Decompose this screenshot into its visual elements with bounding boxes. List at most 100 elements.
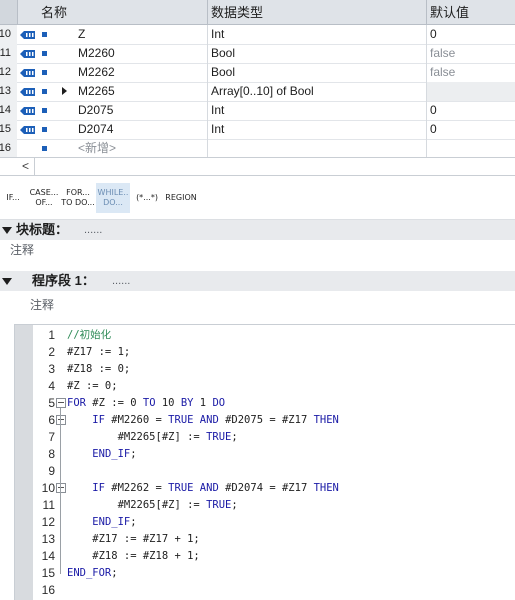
code-line[interactable]: 1 //初始化: [15, 327, 515, 344]
code-line[interactable]: 8 END_IF;: [15, 446, 515, 463]
code-text[interactable]: #Z18 := 0;: [67, 361, 130, 378]
while-do-button[interactable]: WHILE.. DO...: [96, 183, 130, 213]
code-line[interactable]: 11 #M2265[#Z] := TRUE;: [15, 497, 515, 514]
table-row[interactable]: 10 Z Int 0: [0, 25, 515, 45]
table-row[interactable]: 12 M2262 Bool false: [0, 63, 515, 83]
table-row[interactable]: 11 M2260 Bool false: [0, 44, 515, 64]
comment-block-button[interactable]: (*...*): [132, 183, 162, 213]
scroll-left-button[interactable]: <: [17, 158, 35, 175]
toolbar-button-label: FOR... TO DO...: [61, 188, 95, 207]
table-row[interactable]: 14 D2075 Int 0: [0, 101, 515, 121]
code-text[interactable]: #Z18 := #Z18 + 1;: [67, 548, 199, 565]
interface-icon: [19, 29, 36, 39]
code-line[interactable]: 5 FOR #Z := 0 TO 10 BY 1 DO: [15, 395, 515, 412]
scl-code-editor[interactable]: 1 //初始化 2 #Z17 := 1; 3 #Z18 := 0; 4 #Z := 0; 5 FO…: [14, 324, 515, 600]
variable-default-value[interactable]: false: [430, 44, 455, 63]
block-title-label: 块标题：: [16, 222, 69, 237]
code-text[interactable]: IF #M2262 = TRUE AND #D2074 = #Z17 THEN: [67, 480, 339, 497]
cell-divider: [207, 63, 208, 82]
line-number: 6: [48, 413, 55, 427]
collapse-triangle-icon[interactable]: [2, 278, 12, 285]
block-title-bar[interactable]: 块标题： ......: [0, 220, 515, 240]
network-title-bar[interactable]: 程序段 1： ......: [0, 271, 515, 291]
variable-name[interactable]: D2075: [78, 101, 113, 120]
header-default-value[interactable]: 默认值: [430, 0, 469, 24]
cell-divider: [426, 120, 427, 139]
variable-data-type[interactable]: Array[0..10] of Bool: [211, 82, 314, 101]
variable-name[interactable]: D2074: [78, 120, 113, 139]
collapse-triangle-icon[interactable]: [2, 227, 12, 234]
fold-toggle-icon[interactable]: [56, 483, 66, 493]
variable-data-type[interactable]: Int: [211, 101, 224, 120]
variable-data-type[interactable]: Int: [211, 25, 224, 44]
code-line[interactable]: 2 #Z17 := 1;: [15, 344, 515, 361]
variable-default-value[interactable]: 0: [430, 25, 437, 44]
code-text[interactable]: //初始化: [67, 327, 111, 344]
toolbar-button-label: IF...: [6, 193, 20, 202]
add-new-variable[interactable]: <新增>: [78, 139, 116, 158]
block-title-placeholder[interactable]: ......: [84, 220, 102, 240]
code-line[interactable]: 3 #Z18 := 0;: [15, 361, 515, 378]
variable-name[interactable]: Z: [78, 25, 85, 44]
code-line[interactable]: 10 IF #M2262 = TRUE AND #D2074 = #Z17 TH…: [15, 480, 515, 497]
code-text[interactable]: #M2265[#Z] := TRUE;: [67, 497, 238, 514]
row-number: 13: [0, 85, 11, 97]
code-text[interactable]: FOR #Z := 0 TO 10 BY 1 DO: [67, 395, 225, 412]
cell-divider: [207, 139, 208, 158]
line-number: 4: [48, 379, 55, 393]
interface-icon: [19, 105, 36, 115]
code-text[interactable]: IF #M2260 = TRUE AND #D2075 = #Z17 THEN: [67, 412, 339, 429]
fold-toggle-icon[interactable]: [56, 415, 66, 425]
table-row[interactable]: 15 D2074 Int 0: [0, 120, 515, 140]
line-number: 14: [41, 549, 55, 563]
code-line[interactable]: 15 END_FOR;: [15, 565, 515, 582]
variable-default-value[interactable]: 0: [430, 120, 437, 139]
network-title-placeholder[interactable]: ......: [112, 271, 130, 292]
code-line[interactable]: 14 #Z18 := #Z18 + 1;: [15, 548, 515, 565]
variable-default-value[interactable]: false: [430, 63, 455, 82]
code-line[interactable]: 13 #Z17 := #Z17 + 1;: [15, 531, 515, 548]
code-line[interactable]: 6 IF #M2260 = TRUE AND #D2075 = #Z17 THE…: [15, 412, 515, 429]
variable-default-value[interactable]: 0: [430, 101, 437, 120]
horizontal-scrollbar[interactable]: <: [0, 157, 515, 176]
expand-arrow-icon[interactable]: [62, 87, 67, 95]
code-text[interactable]: #Z17 := #Z17 + 1;: [67, 531, 199, 548]
block-comment[interactable]: 注释: [0, 240, 515, 270]
code-line[interactable]: 16: [15, 582, 515, 599]
code-text[interactable]: END_FOR;: [67, 565, 118, 582]
header-data-type[interactable]: 数据类型: [211, 0, 263, 24]
interface-icon: [19, 124, 36, 134]
row-number: 16: [0, 142, 11, 154]
if-button[interactable]: IF...: [0, 183, 26, 213]
header-name[interactable]: 名称: [41, 0, 67, 24]
line-number: 5: [48, 396, 55, 410]
code-text[interactable]: #Z := 0;: [67, 378, 118, 395]
table-row[interactable]: 13 M2265 Array[0..10] of Bool: [0, 82, 515, 102]
table-row-new[interactable]: 16 <新增>: [0, 139, 515, 159]
variable-name[interactable]: M2262: [78, 63, 115, 82]
variable-data-type[interactable]: Bool: [211, 63, 235, 82]
variable-name[interactable]: M2260: [78, 44, 115, 63]
code-line[interactable]: 7 #M2265[#Z] := TRUE;: [15, 429, 515, 446]
variable-square-icon: [42, 70, 47, 75]
region-button[interactable]: REGION: [164, 183, 198, 213]
case-of-button[interactable]: CASE... OF...: [28, 183, 60, 213]
fold-toggle-icon[interactable]: [56, 398, 66, 408]
code-line[interactable]: 4 #Z := 0;: [15, 378, 515, 395]
network-comment[interactable]: 注释: [0, 291, 515, 323]
table-header: 名称 数据类型 默认值: [0, 0, 515, 25]
code-text[interactable]: #Z17 := 1;: [67, 344, 130, 361]
variable-square-icon: [42, 51, 47, 56]
code-line[interactable]: 12 END_IF;: [15, 514, 515, 531]
line-number: 1: [48, 328, 55, 342]
variable-data-type[interactable]: Int: [211, 120, 224, 139]
code-text[interactable]: END_IF;: [67, 446, 136, 463]
for-to-do-button[interactable]: FOR... TO DO...: [61, 183, 95, 213]
cell-divider: [426, 25, 427, 44]
code-line[interactable]: 9: [15, 463, 515, 480]
code-text[interactable]: END_IF;: [67, 514, 136, 531]
variable-data-type[interactable]: Bool: [211, 44, 235, 63]
row-number: 14: [0, 104, 11, 116]
variable-name[interactable]: M2265: [78, 82, 115, 101]
code-text[interactable]: #M2265[#Z] := TRUE;: [67, 429, 238, 446]
